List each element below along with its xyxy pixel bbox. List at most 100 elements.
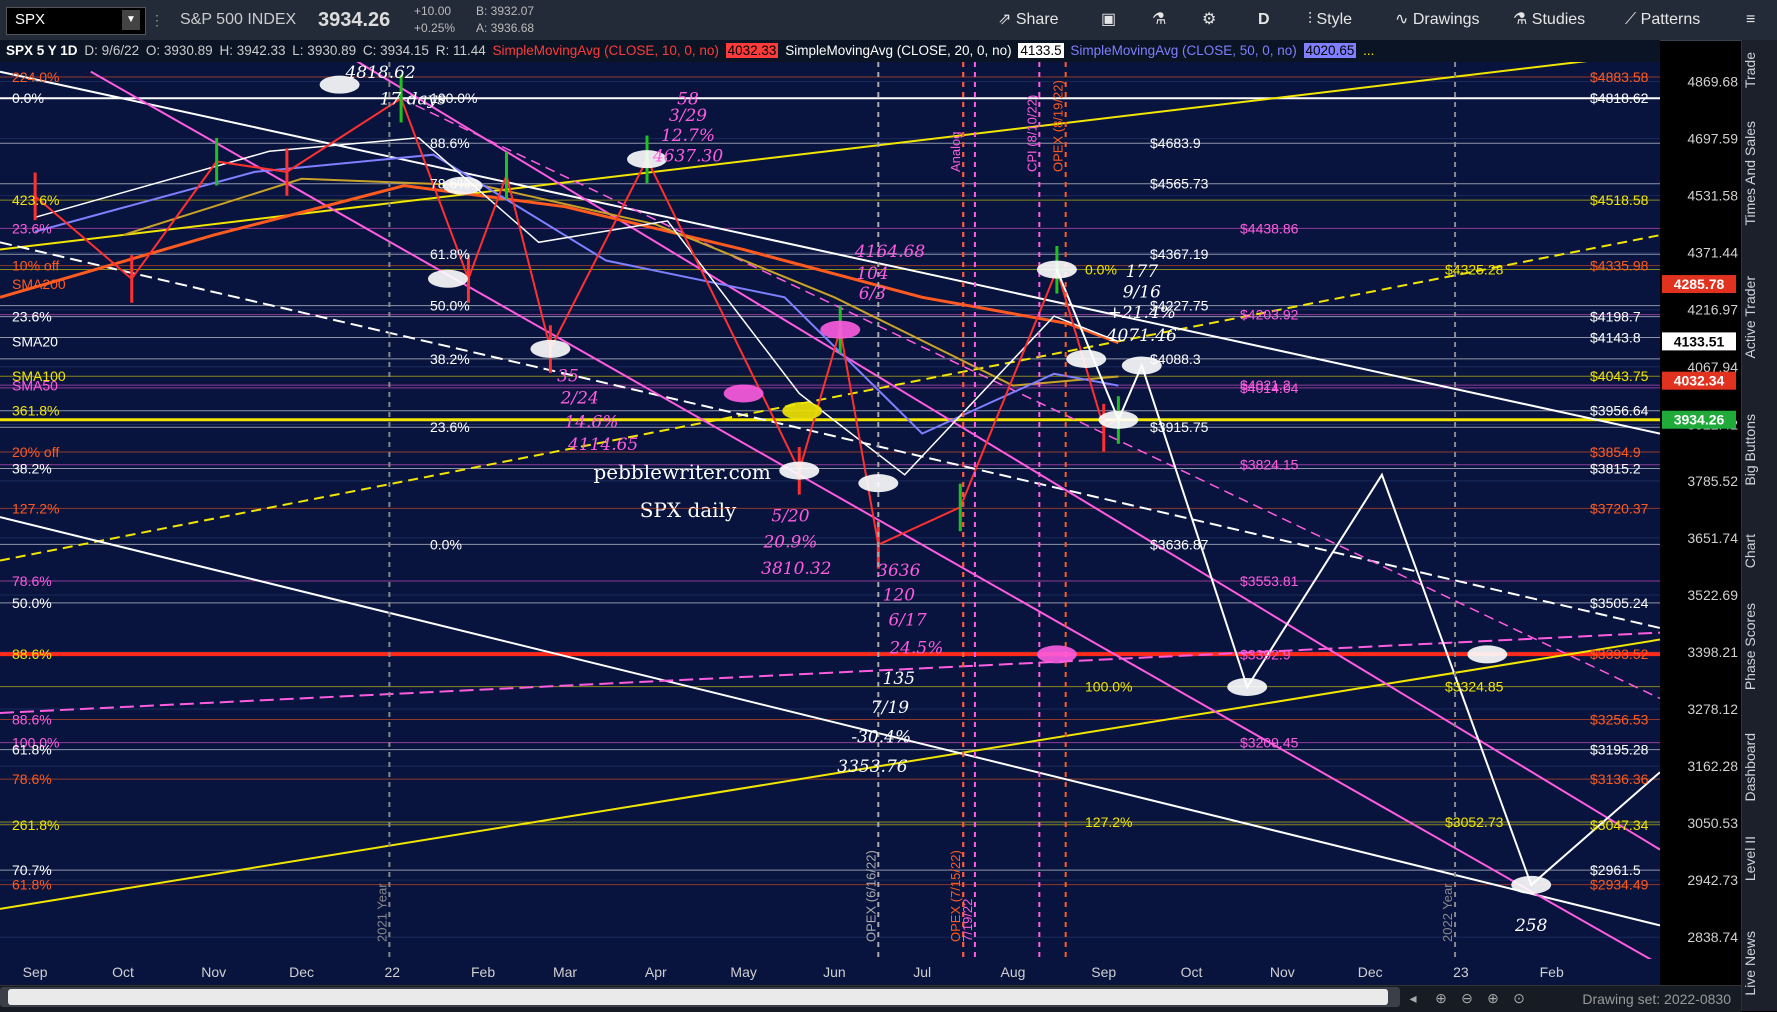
- fib-label-mid: 0.0%: [430, 536, 462, 552]
- price-level-label: $4143.8: [1590, 329, 1641, 345]
- chart-plot-area[interactable]: pebblewriter.com SPX daily 2021 Year OPEX (…: [0, 62, 1660, 959]
- legend-high: H: 3942.33: [219, 43, 286, 58]
- right-rail-trade[interactable]: Trade: [1742, 52, 1777, 88]
- price-level-label: $2934.49: [1590, 877, 1649, 893]
- drawing-set-label[interactable]: Drawing set: 2022-0830: [1582, 986, 1731, 1012]
- chart-scrollbar[interactable]: [0, 987, 1400, 1007]
- fib-label-left: 50.0%: [12, 595, 52, 611]
- legend-sma20[interactable]: SimpleMovingAvg (CLOSE, 20, 0, no): [785, 43, 1011, 58]
- right-rail-chart[interactable]: Chart: [1742, 534, 1777, 568]
- trendline: [0, 62, 1588, 251]
- price-level-label: $3854.9: [1590, 444, 1641, 460]
- right-rail-dashboard[interactable]: Dashboard: [1742, 733, 1777, 802]
- price-axis[interactable]: 4869.68 4697.59 4531.58 4371.44 4216.97 4067.…: [1660, 62, 1741, 985]
- ask-price: A: 3936.68: [476, 21, 535, 35]
- right-rail-times-and-sales[interactable]: Times And Sales: [1742, 121, 1777, 226]
- study-legend-bar: SPX 5 Y 1D D: 9/6/22 O: 3930.89 H: 3942.…: [0, 40, 1660, 62]
- time-tick-label: Feb: [471, 964, 495, 980]
- time-axis[interactable]: Sep Oct Nov Dec 22 Feb Mar Apr May Jun Jul Aug Sep Oc…: [0, 959, 1660, 985]
- fib-label-left: 88.6%: [12, 712, 52, 728]
- right-rail-phase-scores[interactable]: Phase Scores: [1742, 603, 1777, 690]
- price-axis-badge-label: 4133.51: [1674, 333, 1725, 349]
- fib-label-left: 78.6%: [12, 573, 52, 589]
- fib-label-left: 88.6%: [12, 646, 52, 662]
- time-tick-label: Nov: [201, 964, 226, 980]
- chart-watermark: pebblewriter.com: [593, 460, 770, 484]
- chart-annotation: 4114.65: [567, 435, 638, 455]
- settings-button[interactable]: ⚙: [1194, 4, 1224, 36]
- menu-button[interactable]: ≡: [1738, 4, 1763, 36]
- price-level-label: $4438.86: [1240, 220, 1299, 236]
- drawings-button[interactable]: ∿ Drawings: [1387, 4, 1488, 36]
- price-level-label: $4203.92: [1240, 307, 1299, 323]
- highlight-marker: [1467, 645, 1508, 664]
- vertical-marker-label: 7/19/22: [960, 899, 975, 942]
- legend-symbol: SPX 5 Y 1D: [6, 43, 78, 58]
- zoom-in-icon[interactable]: ⊕: [1482, 988, 1504, 1008]
- sma200-line: [0, 184, 1119, 345]
- style-button[interactable]: ⫶ Style: [1300, 4, 1360, 36]
- drawings-label: Drawings: [1412, 11, 1480, 28]
- legend-sma50[interactable]: SimpleMovingAvg (CLOSE, 50, 0, no): [1070, 43, 1296, 58]
- price-tick-label: 4869.68: [1687, 74, 1738, 90]
- price-level-label: $4818.62: [1590, 90, 1649, 106]
- chart-annotation: +21.4%: [1108, 303, 1176, 323]
- right-rail: Trade Times And Sales Active Trader Big But…: [1741, 40, 1777, 1011]
- chart-annotation: 3636: [877, 561, 920, 581]
- studies-flask-icon: ⚗: [1513, 11, 1528, 28]
- highlight-marker: [858, 474, 899, 493]
- time-tick-label: 22: [385, 964, 401, 980]
- chart-settings-button[interactable]: ▣: [1093, 4, 1124, 36]
- bid-price: B: 3932.07: [476, 4, 535, 18]
- share-button[interactable]: ⇗ Share: [990, 4, 1067, 36]
- price-level-label: $4883.58: [1590, 69, 1649, 85]
- legend-date: D: 9/6/22: [84, 43, 140, 58]
- legend-sma10[interactable]: SimpleMovingAvg (CLOSE, 10, 0, no): [493, 43, 719, 58]
- legend-more[interactable]: ...: [1363, 43, 1374, 58]
- time-tick-label: May: [730, 964, 756, 980]
- fib-label-right: 100.0%: [1085, 679, 1132, 695]
- price-tick-label: 3398.21: [1687, 644, 1738, 660]
- price-level-label: $4565.73: [1150, 176, 1209, 192]
- flask-icon: ⚗: [1152, 11, 1167, 28]
- zoom-out-icon[interactable]: ⊖: [1456, 988, 1478, 1008]
- price-level-label: $4088.3: [1150, 351, 1201, 367]
- fib-label-left: 20% off: [12, 444, 59, 460]
- fib-label-left: 261.8%: [12, 817, 59, 833]
- scrollbar-thumb[interactable]: [8, 989, 1388, 1005]
- symbol-dropdown-arrow-icon[interactable]: ▼: [122, 10, 140, 30]
- fib-label-mid: 50.0%: [430, 298, 470, 314]
- fib-label-mid: 61.8%: [430, 246, 470, 262]
- highlight-marker: [1036, 645, 1077, 664]
- studies-lab-button[interactable]: ⚗: [1144, 4, 1174, 36]
- patterns-button[interactable]: ⟋ Patterns: [1617, 4, 1708, 36]
- time-tick-label: Aug: [1001, 964, 1026, 980]
- legend-range: R: 11.44: [435, 43, 486, 58]
- price-level-label: $4325.28: [1445, 261, 1504, 277]
- scroll-left-icon[interactable]: ◂: [1402, 988, 1424, 1008]
- price-tick-label: 4371.44: [1687, 245, 1738, 261]
- legend-close: C: 3934.15: [362, 43, 429, 58]
- fib-label-right: 0.0%: [1085, 261, 1117, 277]
- legend-low: L: 3930.89: [292, 43, 357, 58]
- time-tick-label: Mar: [553, 964, 577, 980]
- price-level-label: $3553.81: [1240, 573, 1299, 589]
- chart-svg[interactable]: pebblewriter.com SPX daily 2021 Year OPEX (…: [0, 62, 1660, 959]
- chart-annotation: 12.7%: [661, 126, 715, 146]
- right-rail-level-ii[interactable]: Level II: [1742, 836, 1777, 881]
- price-level-label: $3393.52: [1590, 646, 1649, 662]
- fib-label-left: 423.6%: [12, 192, 59, 208]
- link-icon[interactable]: ⋮: [150, 0, 164, 40]
- fib-label-mid: 38.2%: [430, 351, 470, 367]
- price-level-label: $4198.7: [1590, 309, 1641, 325]
- period-button[interactable]: D: [1250, 4, 1278, 36]
- crosshair-icon[interactable]: ⊕: [1430, 988, 1452, 1008]
- right-rail-big-buttons[interactable]: Big Buttons: [1742, 414, 1777, 486]
- chart-annotation: 7/19: [871, 698, 909, 718]
- studies-button[interactable]: ⚗ Studies: [1505, 4, 1593, 36]
- right-rail-active-trader[interactable]: Active Trader: [1742, 276, 1777, 358]
- right-rail-live-news[interactable]: Live News: [1742, 931, 1777, 996]
- trendline: [0, 631, 1660, 714]
- fit-icon[interactable]: ⊙: [1508, 988, 1530, 1008]
- chart-title: SPX daily: [640, 498, 737, 522]
